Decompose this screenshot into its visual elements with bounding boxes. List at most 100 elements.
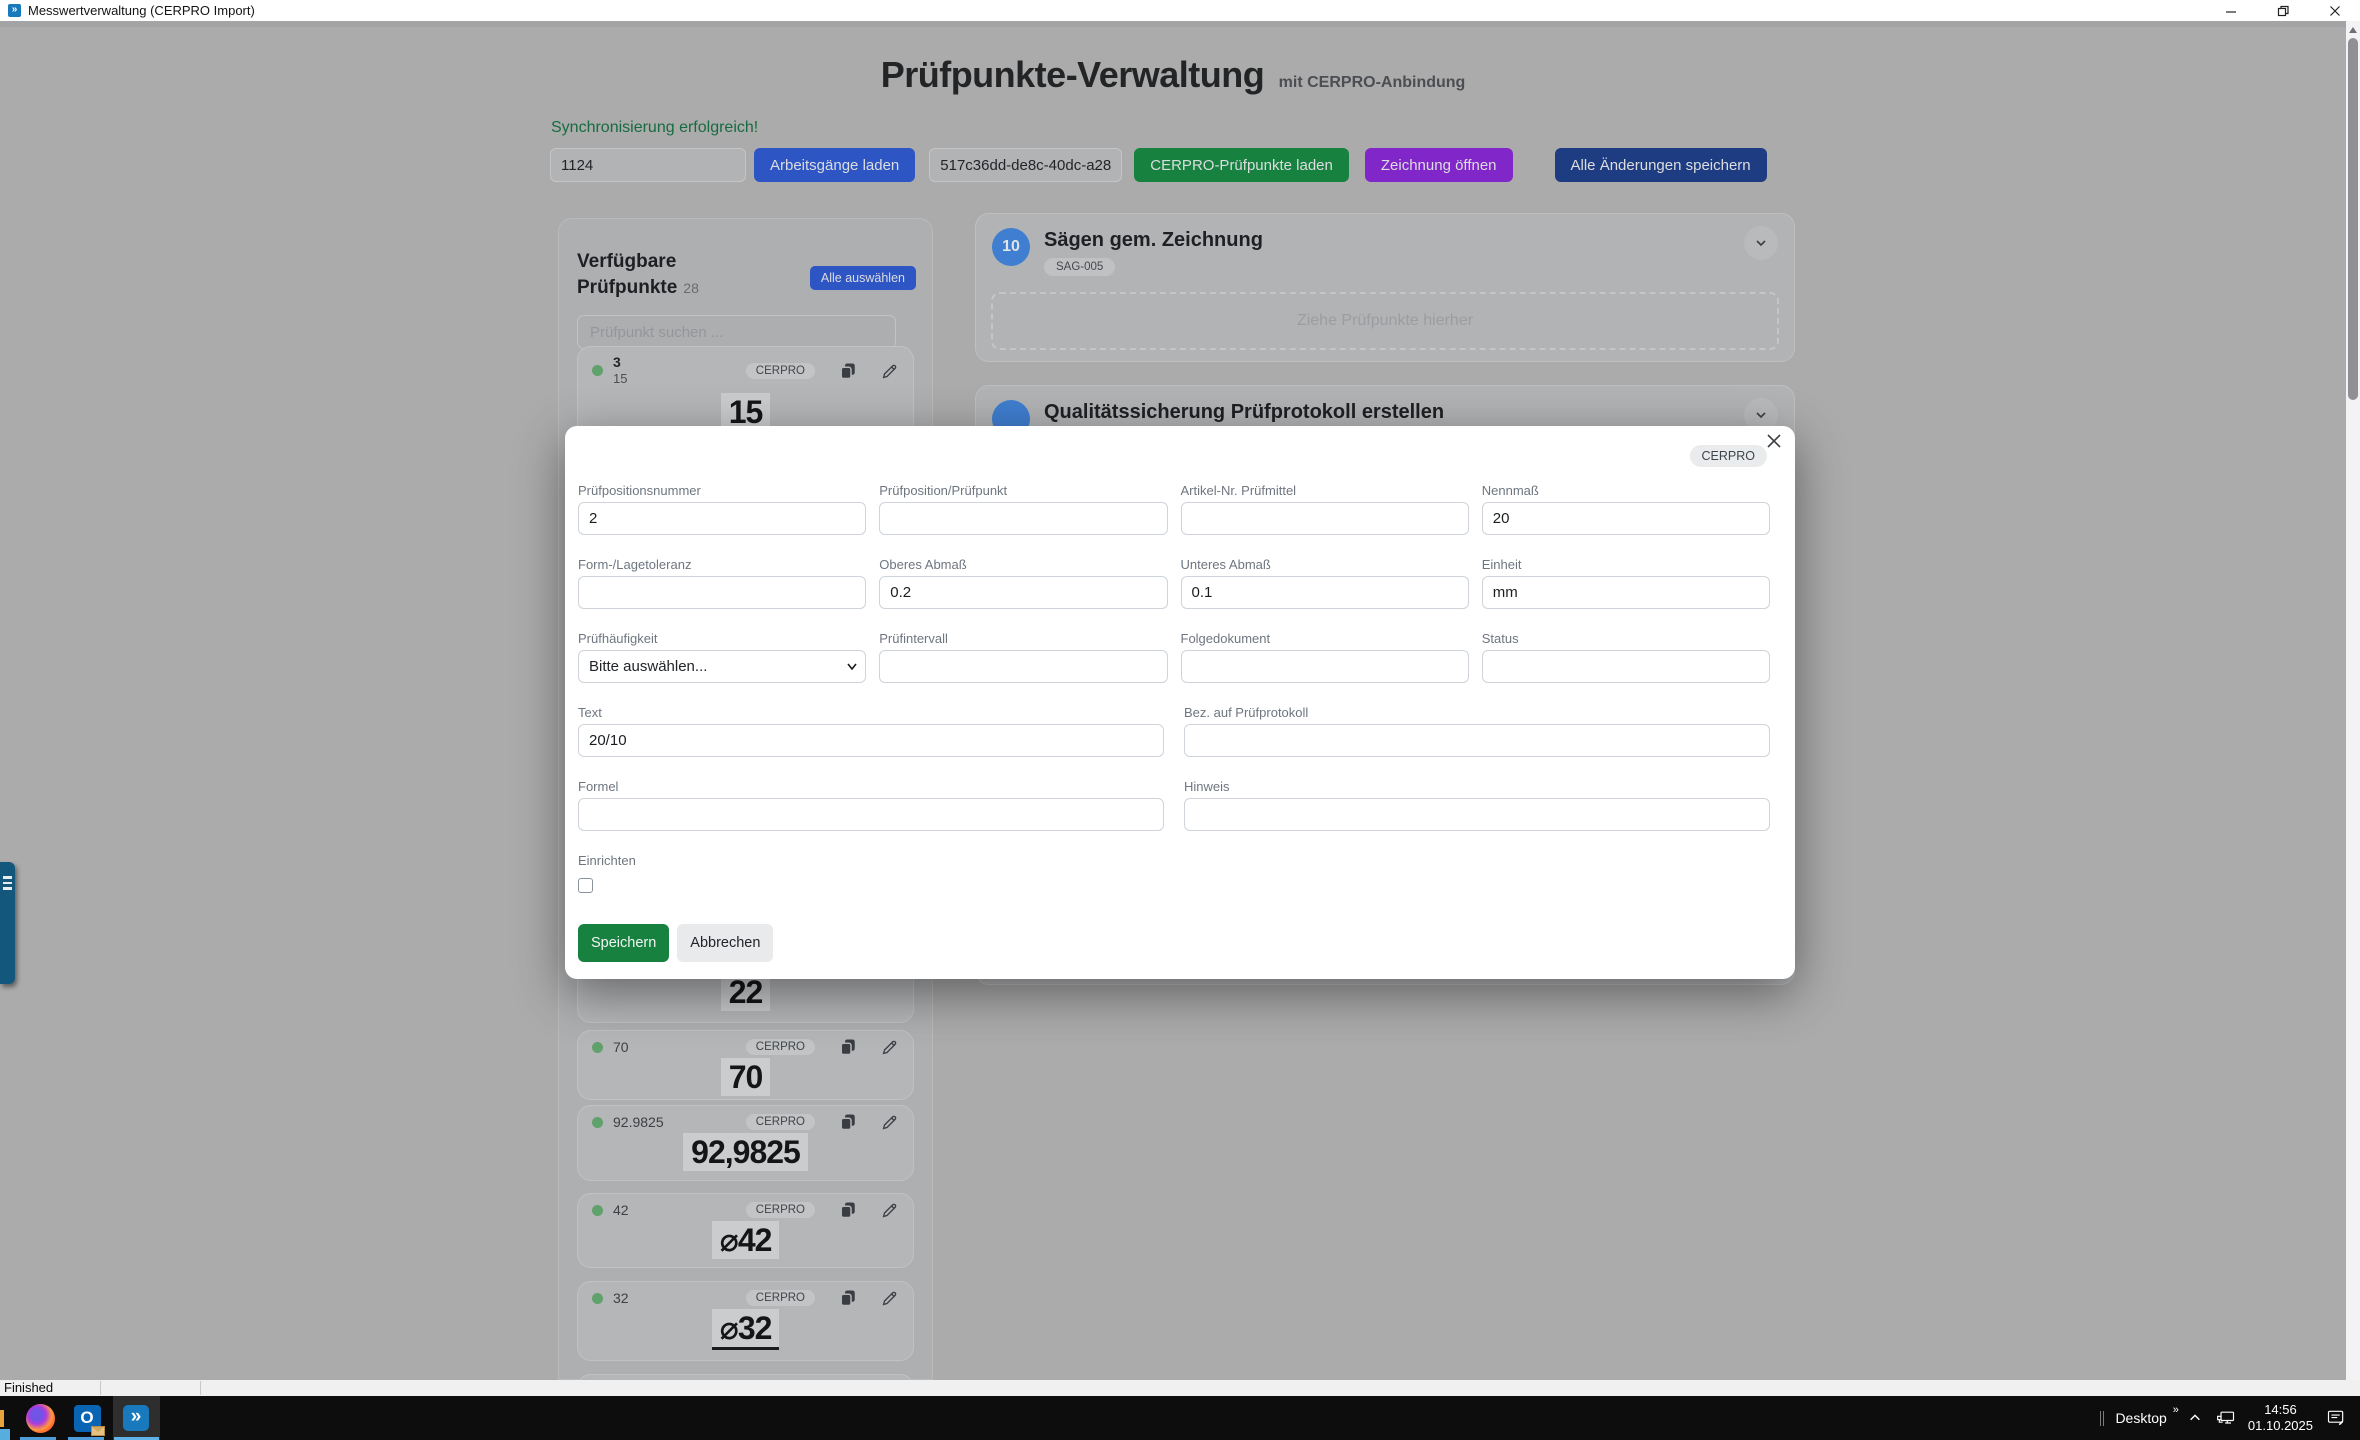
status-dot bbox=[592, 1205, 603, 1216]
workflow-step-saegen: 10 Sägen gem. Zeichnung SAG-005 Ziehe Pr… bbox=[975, 213, 1795, 362]
einrichten-checkbox[interactable] bbox=[578, 878, 593, 893]
open-drawing-button[interactable]: Zeichnung öffnen bbox=[1365, 148, 1513, 182]
close-icon[interactable] bbox=[1765, 432, 1783, 455]
select-all-button[interactable]: Alle auswählen bbox=[810, 266, 916, 290]
sync-status-message: Synchronisierung erfolgreich! bbox=[551, 119, 758, 137]
order-number-input[interactable] bbox=[550, 148, 746, 182]
cerpro-badge: CERPRO bbox=[746, 1202, 815, 1218]
step-title: Qualitätssicherung Prüfprotokoll erstell… bbox=[1044, 400, 1444, 424]
desktop-toolbar[interactable]: Desktop bbox=[2115, 1410, 2166, 1426]
field-label: Form-/Lagetoleranz bbox=[578, 558, 866, 572]
bez-pruefprotokoll-input[interactable] bbox=[1184, 724, 1770, 757]
field-label: Bez. auf Prüfprotokoll bbox=[1184, 706, 1770, 720]
restore-button[interactable] bbox=[2274, 3, 2292, 19]
field-label: Einheit bbox=[1482, 558, 1770, 572]
minimize-button[interactable] bbox=[2222, 3, 2240, 19]
list-item[interactable]: 70 CERPRO 70 bbox=[577, 1030, 914, 1100]
formel-input[interactable] bbox=[578, 798, 1164, 831]
field-label: Prüfhäufigkeit bbox=[578, 632, 866, 646]
list-item[interactable]: 92.9825 CERPRO 92,9825 bbox=[577, 1105, 914, 1181]
cerpro-badge: CERPRO bbox=[746, 1114, 815, 1130]
toolbar-overflow-chevrons[interactable]: » bbox=[2173, 1404, 2180, 1416]
list-item[interactable]: 32 CERPRO ⌀32 bbox=[577, 1281, 914, 1361]
form-lagetoleranz-input[interactable] bbox=[578, 576, 866, 609]
search-input[interactable] bbox=[577, 315, 896, 349]
copy-icon[interactable] bbox=[839, 1289, 857, 1307]
status-text: Finished bbox=[4, 1380, 53, 1396]
edit-icon[interactable] bbox=[881, 1289, 899, 1307]
field-label: Prüfposition/Prüfpunkt bbox=[879, 484, 1167, 498]
operation-code-badge: SAG-005 bbox=[1044, 258, 1115, 276]
cutoff-app-icon[interactable] bbox=[0, 1410, 4, 1427]
oberes-abmass-input[interactable] bbox=[879, 576, 1167, 609]
save-all-button[interactable]: Alle Änderungen speichern bbox=[1555, 148, 1767, 182]
window-title: Messwertverwaltung (CERPRO Import) bbox=[28, 3, 255, 18]
hidden-icons-chevron[interactable] bbox=[2188, 1411, 2202, 1425]
firefox-icon[interactable] bbox=[24, 1402, 56, 1434]
top-divider bbox=[0, 21, 2346, 27]
hinweis-input[interactable] bbox=[1184, 798, 1770, 831]
chevron-down-icon bbox=[1753, 235, 1769, 251]
edit-checkpoint-dialog: CERPRO Prüfpositionsnummer Prüfposition/… bbox=[565, 426, 1795, 979]
artikelnr-pruefmittel-input[interactable] bbox=[1181, 502, 1469, 535]
nominal-value: ⌀32 bbox=[712, 1309, 780, 1350]
nominal-value: ⌀42 bbox=[712, 1221, 780, 1259]
cancel-button[interactable]: Abbrechen bbox=[677, 924, 773, 962]
close-button[interactable] bbox=[2326, 3, 2344, 19]
einheit-input[interactable] bbox=[1482, 576, 1770, 609]
app-taskbar-icon: » bbox=[123, 1405, 149, 1431]
taskbar: O » Desktop » 14:56 01.10.2025 bbox=[0, 1396, 2360, 1440]
step-title: Sägen gem. Zeichnung bbox=[1044, 228, 1263, 252]
toolbar-gripper[interactable] bbox=[2100, 1411, 2104, 1426]
network-icon[interactable] bbox=[2216, 1409, 2236, 1427]
field-label: Nennmaß bbox=[1482, 484, 1770, 498]
load-operations-button[interactable]: Arbeitsgänge laden bbox=[754, 148, 915, 182]
copy-icon[interactable] bbox=[839, 362, 857, 380]
field-label: Formel bbox=[578, 780, 1164, 794]
status-input[interactable] bbox=[1482, 650, 1770, 683]
guid-input[interactable] bbox=[929, 148, 1122, 182]
collapse-step-button[interactable] bbox=[1744, 226, 1778, 260]
status-dot bbox=[592, 365, 603, 376]
unteres-abmass-input[interactable] bbox=[1181, 576, 1469, 609]
scrollbar-thumb[interactable] bbox=[2348, 38, 2358, 400]
status-bar: Finished bbox=[0, 1380, 2360, 1396]
toolbar: Arbeitsgänge laden CERPRO-Prüfpunkte lad… bbox=[550, 148, 1767, 182]
edit-icon[interactable] bbox=[881, 1038, 899, 1056]
system-tray: Desktop » 14:56 01.10.2025 bbox=[2100, 1396, 2360, 1440]
status-dot bbox=[592, 1042, 603, 1053]
step-number-badge: 10 bbox=[992, 228, 1030, 266]
copy-icon[interactable] bbox=[839, 1201, 857, 1219]
field-label: Folgedokument bbox=[1181, 632, 1469, 646]
list-item[interactable]: 42 CERPRO ⌀42 bbox=[577, 1193, 914, 1268]
copy-icon[interactable] bbox=[839, 1038, 857, 1056]
side-flyout-handle[interactable] bbox=[0, 862, 15, 984]
edit-icon[interactable] bbox=[881, 362, 899, 380]
vertical-scrollbar[interactable] bbox=[2346, 21, 2360, 1380]
page-header: Prüfpunkte-Verwaltung mit CERPRO-Anbindu… bbox=[0, 54, 2346, 96]
cerpro-badge: CERPRO bbox=[746, 1039, 815, 1055]
action-center-icon[interactable] bbox=[2326, 1408, 2346, 1428]
page-content: Prüfpunkte-Verwaltung mit CERPRO-Anbindu… bbox=[0, 21, 2346, 1380]
field-label: Status bbox=[1482, 632, 1770, 646]
field-label: Oberes Abmaß bbox=[879, 558, 1167, 572]
edit-icon[interactable] bbox=[881, 1201, 899, 1219]
load-cerpro-button[interactable]: CERPRO-Prüfpunkte laden bbox=[1134, 148, 1349, 182]
checkpoint-dropzone[interactable]: Ziehe Prüfpunkte hierher bbox=[991, 292, 1779, 350]
cerpro-badge: CERPRO bbox=[746, 363, 815, 379]
outlook-icon[interactable]: O bbox=[71, 1402, 103, 1434]
pruefposition-input[interactable] bbox=[879, 502, 1167, 535]
pruefintervall-input[interactable] bbox=[879, 650, 1167, 683]
nennmass-input[interactable] bbox=[1482, 502, 1770, 535]
scroll-up-arrow[interactable] bbox=[2349, 27, 2357, 33]
clock[interactable]: 14:56 01.10.2025 bbox=[2248, 1402, 2313, 1434]
copy-icon[interactable] bbox=[839, 1113, 857, 1131]
save-button[interactable]: Speichern bbox=[578, 924, 669, 962]
text-input[interactable] bbox=[578, 724, 1164, 757]
active-app-taskbar-button[interactable]: » bbox=[113, 1396, 160, 1440]
page-title: Prüfpunkte-Verwaltung bbox=[881, 54, 1265, 95]
folgedokument-input[interactable] bbox=[1181, 650, 1469, 683]
pruefpositionsnummer-input[interactable] bbox=[578, 502, 866, 535]
edit-icon[interactable] bbox=[881, 1113, 899, 1131]
pruefhaeufigkeit-select[interactable]: Bitte auswählen... bbox=[578, 650, 866, 683]
